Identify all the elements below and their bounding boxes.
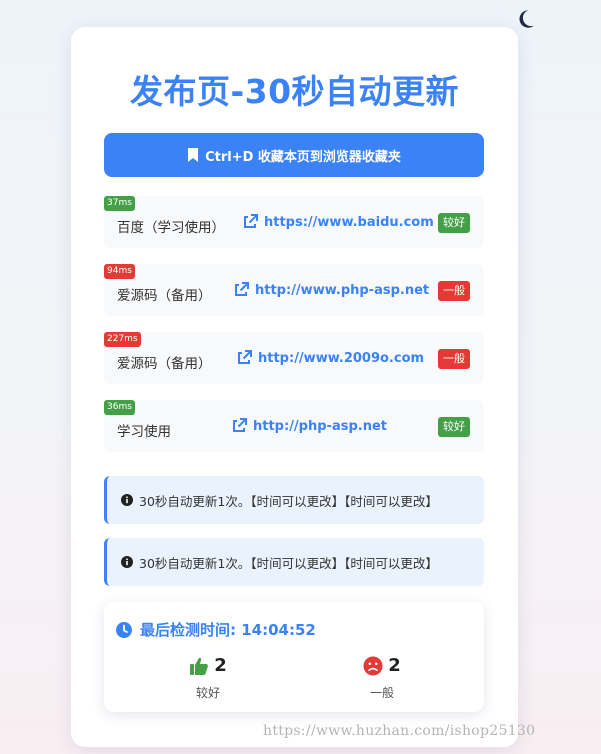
notice-text: 30秒自动更新1次。【时间可以更改】【时间可以更改】 (139, 493, 438, 509)
site-name: 百度（学习使用） (117, 220, 225, 236)
notice-text: 30秒自动更新1次。【时间可以更改】【时间可以更改】 (139, 555, 438, 571)
bookmark-icon (188, 148, 199, 162)
site-name: 学习使用 (117, 424, 171, 440)
site-url: http://www.php-asp.net (255, 282, 430, 298)
frown-icon (363, 656, 383, 675)
good-count: 2 (214, 655, 227, 676)
site-link[interactable]: http://www.php-asp.net (233, 282, 429, 298)
site-url: http://php-asp.net (253, 418, 387, 434)
page-title: 发布页-30秒自动更新 (129, 72, 460, 111)
site-url: https://www.baidu.com (264, 214, 434, 230)
summary-panel: 最后检测时间: 14:04:52 2 较好 2 一般 (104, 602, 484, 712)
site-row-2009o: 227ms 爱源码（备用） http://www.2009o.com 一般 (104, 332, 484, 384)
watermark: https://www.huzhan.com/ishop25130 (263, 723, 536, 739)
external-link-icon (235, 282, 249, 296)
site-link[interactable]: http://www.2009o.com (236, 350, 424, 366)
thumbs-up-icon (190, 657, 209, 675)
latency-badge: 94ms (104, 264, 135, 279)
notice-box: 30秒自动更新1次。【时间可以更改】【时间可以更改】 (104, 538, 484, 586)
notice-box: 30秒自动更新1次。【时间可以更改】【时间可以更改】 (104, 476, 484, 524)
bookmark-button[interactable]: Ctrl+D 收藏本页到浏览器收藏夹 (104, 133, 484, 177)
normal-count: 2 (388, 655, 401, 676)
latency-badge: 36ms (104, 400, 135, 415)
normal-label: 一般 (369, 686, 394, 700)
status-badge: 一般 (438, 349, 470, 369)
site-link[interactable]: https://www.baidu.com (242, 214, 434, 230)
site-link[interactable]: http://php-asp.net (231, 418, 387, 434)
clock-icon (116, 621, 132, 638)
site-row-study: 36ms 学习使用 http://php-asp.net 较好 (104, 400, 484, 452)
latency-badge: 227ms (104, 332, 141, 347)
site-row-php-asp: 94ms 爱源码（备用） http://www.php-asp.net 一般 (104, 264, 484, 316)
latency-badge: 37ms (104, 196, 135, 211)
status-badge: 较好 (438, 417, 470, 437)
moon-icon[interactable] (514, 8, 536, 30)
stat-normal: 2 一般 (342, 655, 422, 701)
info-icon (121, 494, 133, 506)
last-check-text: 最后检测时间: 14:04:52 (140, 621, 316, 639)
good-label: 较好 (195, 686, 220, 700)
site-url: http://www.2009o.com (258, 350, 425, 366)
site-row-baidu: 37ms 百度（学习使用） https://www.baidu.com 较好 (104, 196, 484, 248)
stat-good: 2 较好 (168, 655, 248, 701)
main-card: 发布页-30秒自动更新 Ctrl+D 收藏本页到浏览器收藏夹 37ms 百度（学… (71, 27, 518, 747)
external-link-icon (233, 418, 247, 432)
external-link-icon (244, 214, 258, 228)
status-badge: 较好 (438, 213, 470, 233)
status-badge: 一般 (438, 281, 470, 301)
site-name: 爱源码（备用） (117, 356, 212, 372)
last-check-time: 最后检测时间: 14:04:52 (116, 619, 316, 640)
external-link-icon (238, 350, 252, 364)
site-name: 爱源码（备用） (117, 288, 212, 304)
bookmark-label: Ctrl+D 收藏本页到浏览器收藏夹 (205, 149, 401, 165)
info-icon (121, 556, 133, 568)
